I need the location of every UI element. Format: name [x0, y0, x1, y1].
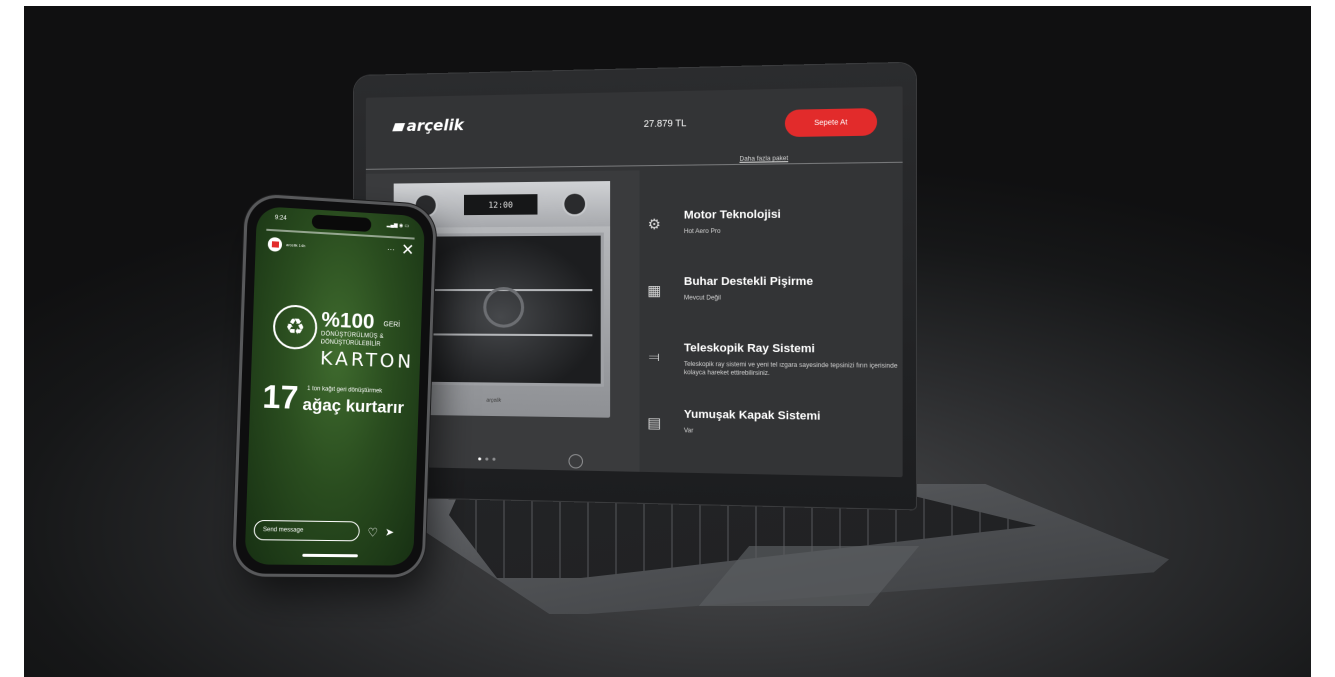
feature-door: ▤ Yumuşak Kapak Sistemi Var — [644, 408, 903, 434]
send-message-input[interactable]: Send message — [253, 519, 361, 542]
laptop-lid: arçelik 27.879 TL Sepete At Daha fazla p… — [354, 62, 917, 510]
more-packages-link[interactable]: Daha fazla paket — [740, 156, 789, 163]
feature-subtitle: Var — [683, 428, 694, 435]
oven-rack — [410, 333, 593, 337]
studio-backdrop: arçelik 27.879 TL Sepete At Daha fazla p… — [24, 6, 1311, 677]
feature-title: Motor Teknolojisi — [683, 208, 781, 222]
tree-count: 17 — [261, 378, 300, 416]
home-indicator — [302, 553, 358, 558]
feature-subtitle: Hot Aero Pro — [683, 228, 721, 236]
add-to-cart-button[interactable]: Sepete At — [784, 108, 878, 138]
carousel-dot[interactable] — [485, 457, 489, 461]
product-price: 27.879 TL — [643, 117, 687, 130]
phone-screen: 9:24 ▂▄▆ ◉ ▭ arcelik 14h ··· ✕ ♻ %100 GE… — [244, 205, 425, 566]
feature-motor: ⚙ Motor Teknolojisi Hot Aero Pro — [644, 208, 903, 235]
feature-title: Teleskopik Ray Sistemi — [683, 342, 815, 356]
oven-display: 12:00 — [463, 194, 538, 216]
feature-subtitle: Teleskopik ray sistemi ve yeni tel ızgar… — [683, 361, 898, 378]
story-avatar[interactable] — [267, 236, 283, 252]
site-header: arçelik 27.879 TL Sepete At Daha fazla p… — [365, 86, 903, 170]
story-progress-bar — [266, 228, 415, 240]
rail-icon: ⫤ — [648, 348, 660, 365]
close-icon[interactable]: ✕ — [401, 242, 415, 260]
door-icon: ▤ — [647, 414, 662, 431]
story-username[interactable]: arcelik 14h — [286, 242, 306, 248]
paper-text: 1 ton kağıt geri dönüştürmek — [306, 385, 383, 395]
steam-icon: ▦ — [647, 281, 662, 299]
recycle-icon: ♻ — [272, 303, 318, 351]
feature-title: Yumuşak Kapak Sistemi — [683, 408, 821, 423]
status-time: 9:24 — [274, 215, 287, 222]
carousel-next-button[interactable] — [568, 453, 584, 469]
saves-trees-text: ağaç kurtarır — [302, 394, 405, 418]
karton-text: KARTON — [319, 347, 415, 373]
more-options-icon[interactable]: ··· — [387, 245, 395, 254]
phone-notch — [311, 214, 372, 232]
arcelik-logo-icon — [271, 241, 279, 248]
status-icons: ▂▄▆ ◉ ▭ — [386, 222, 410, 230]
laptop-screen: arçelik 27.879 TL Sepete At Daha fazla p… — [365, 86, 903, 478]
feature-subtitle: Mevcut Değil — [683, 295, 721, 302]
feature-rail: ⫤ Teleskopik Ray Sistemi Teleskopik ray … — [644, 342, 903, 377]
carousel-dot[interactable] — [492, 457, 496, 461]
recycled-text: DÖNÜŞTÜRÜLMÜŞ & — [320, 331, 384, 341]
motor-icon: ⚙ — [647, 215, 661, 233]
oven-fan-icon — [483, 287, 525, 328]
oven-logo: arçelik — [486, 397, 502, 404]
arcelik-logo-icon — [392, 123, 406, 132]
oven-knob-icon — [564, 193, 586, 215]
brand-logo[interactable]: arçelik — [392, 115, 464, 136]
recyclable-text: DÖNÜŞTÜRÜLEBİLİR — [320, 339, 381, 348]
carousel-dot[interactable] — [478, 457, 482, 461]
feature-title: Buhar Destekli Pişirme — [683, 275, 814, 289]
phone: 9:24 ▂▄▆ ◉ ▭ arcelik 14h ··· ✕ ♻ %100 GE… — [234, 196, 434, 575]
geri-text: GERİ — [383, 321, 401, 329]
brand-name: arçelik — [406, 115, 464, 136]
send-icon[interactable]: ➤ — [385, 527, 394, 539]
carousel-dots — [478, 457, 496, 461]
heart-icon[interactable]: ♡ — [367, 526, 378, 540]
